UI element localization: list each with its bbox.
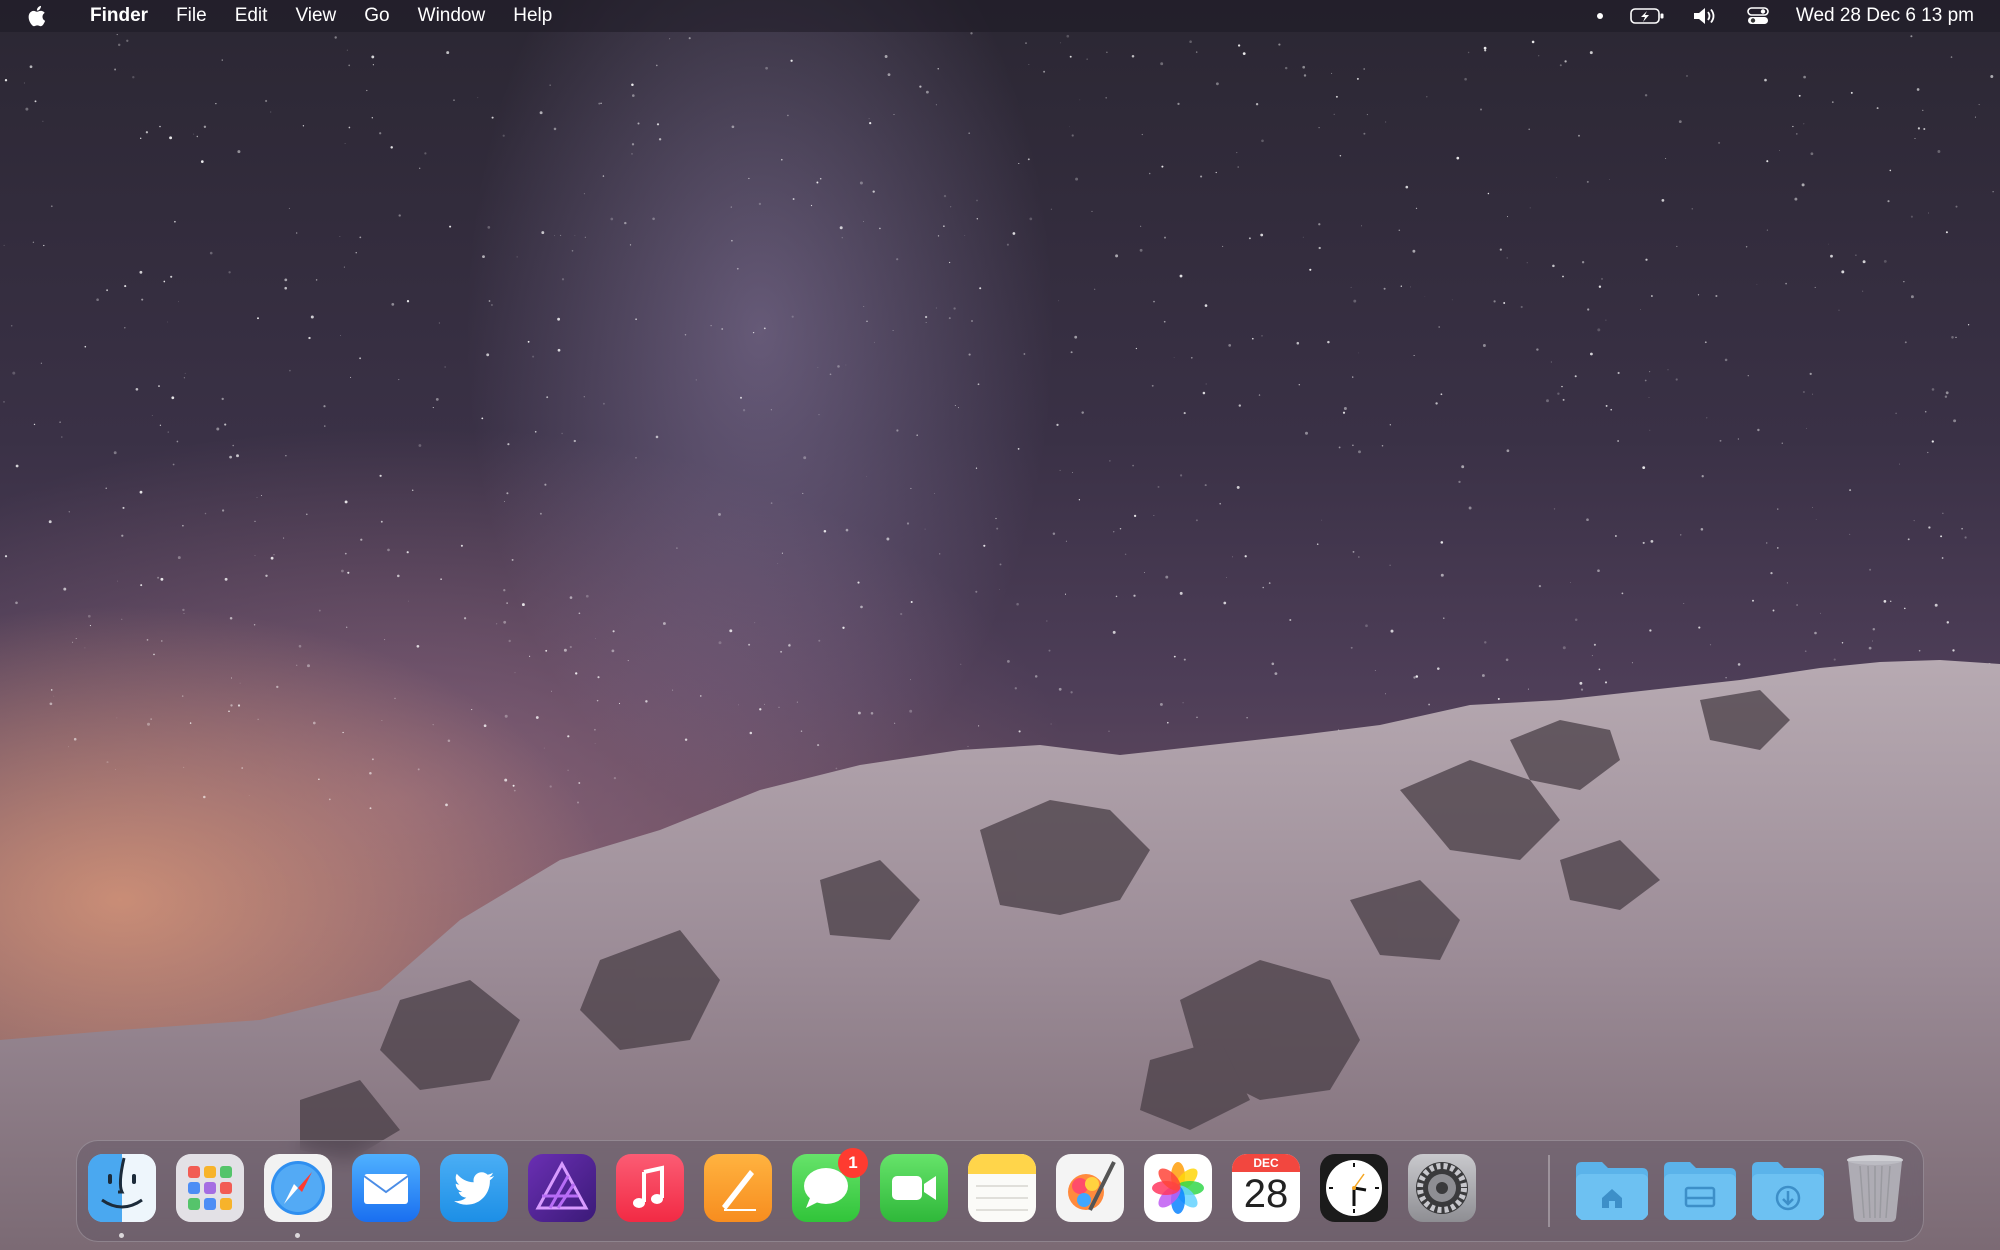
dock-pages-icon[interactable] [704,1154,772,1222]
dock-downloads-folder-icon[interactable] [1750,1154,1826,1222]
volume-icon[interactable] [1692,6,1720,26]
finder-running-indicator [119,1233,124,1238]
dock-clock-icon[interactable] [1320,1154,1388,1222]
dock-twitter-icon[interactable] [440,1154,508,1222]
snowy-mountain [0,660,2000,1250]
dock-launchpad-icon[interactable] [176,1154,244,1222]
dock-photos-icon[interactable] [1144,1154,1212,1222]
dock-music-icon[interactable] [616,1154,684,1222]
dock-safari-icon[interactable] [264,1154,332,1222]
dock-notes-icon[interactable] [968,1154,1036,1222]
dock-affinity-photo-icon[interactable] [528,1154,596,1222]
battery-charging-icon[interactable] [1630,6,1666,26]
dock-calendar-icon[interactable]: DEC 28 [1232,1154,1300,1222]
menu-bar: Finder File Edit View Go Window Help Wed… [0,0,2000,32]
messages-badge: 1 [838,1148,868,1178]
menu-help[interactable]: Help [499,0,566,32]
dock-finder-icon[interactable] [88,1154,156,1222]
dock-home-folder-icon[interactable] [1574,1154,1650,1222]
menu-file[interactable]: File [162,0,221,32]
dock-trash-icon[interactable] [1840,1154,1910,1222]
calendar-month: DEC [1253,1156,1279,1170]
dock-mail-icon[interactable] [352,1154,420,1222]
menu-go[interactable]: Go [350,0,403,32]
menubar-clock[interactable]: Wed 28 Dec 6 13 pm [1796,5,1974,27]
apple-menu-icon[interactable] [26,4,48,28]
dock-facetime-icon[interactable] [880,1154,948,1222]
menu-edit[interactable]: Edit [221,0,282,32]
safari-running-indicator [295,1233,300,1238]
control-center-icon[interactable] [1746,6,1770,26]
dock-pixelmator-icon[interactable] [1056,1154,1124,1222]
menu-view[interactable]: View [281,0,350,32]
dock-system-settings-icon[interactable] [1408,1154,1476,1222]
menu-window[interactable]: Window [404,0,500,32]
dock-separator [1548,1155,1550,1227]
calendar-day: 28 [1243,1172,1289,1216]
recording-dot-icon[interactable] [1596,12,1604,20]
menu-app-finder[interactable]: Finder [76,0,162,32]
dock-applications-folder-icon[interactable] [1662,1154,1738,1222]
